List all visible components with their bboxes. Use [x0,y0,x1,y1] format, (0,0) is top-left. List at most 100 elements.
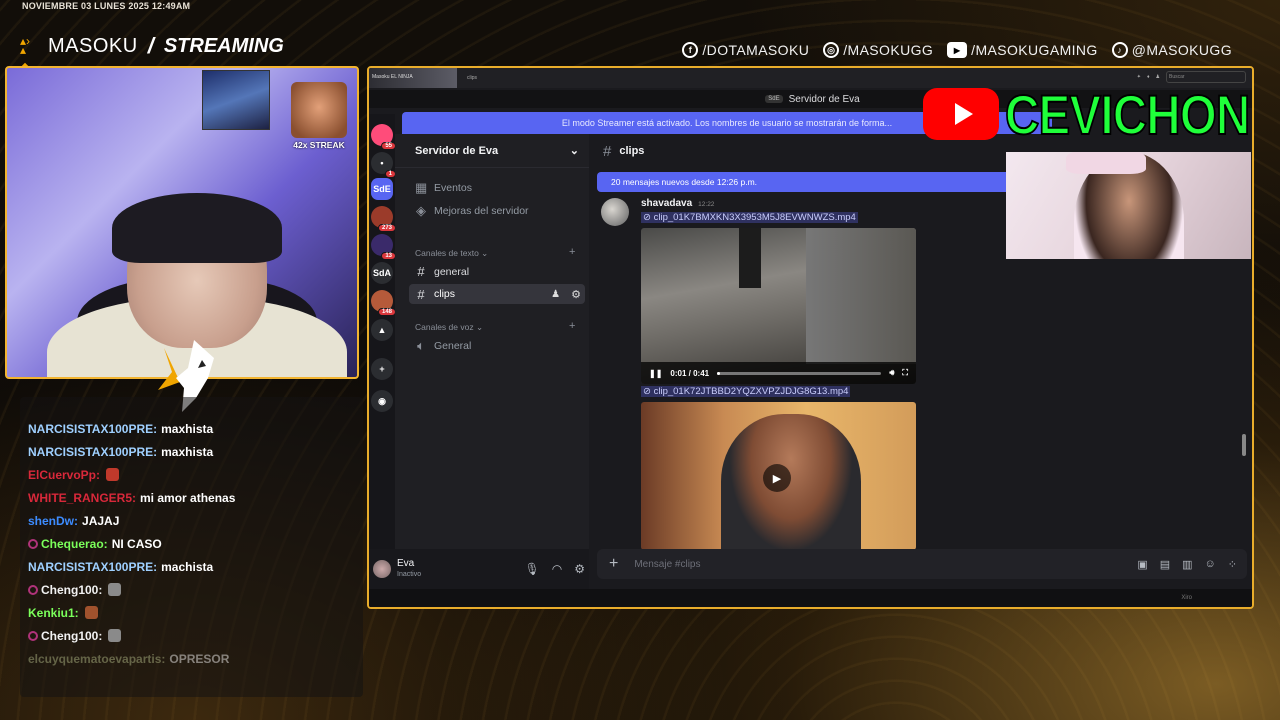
server-icon-label: + [379,364,385,374]
add-attachment-icon[interactable]: + [609,555,618,573]
user-status: Inactivo [397,571,422,578]
chat-message: WHITE_RANGER5: mi amor athenas [28,486,355,509]
video-player[interactable]: ❚❚ 0:01 / 0:41 🔊︎ ⛶ [641,228,916,384]
capture-tab-2[interactable]: clips [467,75,477,81]
attachment-link[interactable]: ⊘ clip_01K7BMXKN3X3953M5J8EVWNWZS.mp4 [641,212,858,223]
server-icon[interactable]: SdA [371,262,393,284]
emote-icon [106,468,120,481]
brand-logo: ▴› ▴ MASOKU / STREAMING [20,32,284,60]
avatar[interactable] [373,560,391,578]
video-controls: ❚❚ 0:01 / 0:41 🔊︎ ⛶ [641,362,916,384]
server-icon[interactable]: 13 [371,234,396,260]
channel-clips[interactable]: # clips ♟ ⚙ [409,284,585,304]
chat-message: ElCuervoPp: [28,463,355,486]
chat-message: NARCISISTAX100PRE: maxhista [28,440,355,463]
menu-events[interactable]: ▦ Eventos [415,180,472,196]
mention-badge: 13 [381,252,396,260]
microphone-icon[interactable]: 🎙︎ [525,562,540,576]
social-facebook: f /DOTAMASOKU [682,42,809,58]
server-header[interactable]: Servidor de Eva ⌄ [395,134,589,168]
video-seek-bar[interactable] [717,371,882,375]
attachment-link[interactable]: ⊘ clip_01K72JTBBD2YQZXVPZJDJG8G13.mp4 [641,386,851,397]
instagram-icon: ◎ [823,42,840,58]
social-instagram: ◎ /MASOKUGG [823,42,933,58]
gif-icon[interactable]: ▤ [1160,558,1170,571]
chat-message: Kenkiu1: [28,601,355,624]
taskbar: Xiro [369,589,1252,607]
attachment-name: clip_01K7BMXKN3X3953M5J8EVWNWZS.mp4 [653,212,856,223]
play-icon[interactable]: ▶ [763,464,791,492]
invite-icon[interactable]: ♟ [551,289,560,300]
chat-username[interactable]: elcuyquematoevapartis: [28,652,165,666]
server-icon[interactable]: 273 [371,206,396,232]
server-icon-label: SdE [373,184,391,194]
link-icon: ⊘ [643,212,651,223]
voice-channel-general[interactable]: 🔈︎ General [415,338,471,354]
server-icon[interactable]: 55 [371,124,396,150]
chat-username[interactable]: ElCuervoPp: [28,468,100,482]
streamer-cap [112,193,282,263]
pin-icon[interactable]: ✦ [1137,74,1141,80]
chat-username[interactable]: WHITE_RANGER5: [28,491,136,505]
channel-general[interactable]: # general [415,264,469,279]
mention-badge: 148 [377,308,396,316]
emoji-icon[interactable]: ☺ [1205,558,1216,571]
bell-icon[interactable]: ♦ [1147,74,1150,80]
scrollbar[interactable] [1242,434,1246,456]
user-info[interactable]: Eva Inactivo [397,558,421,580]
chat-username[interactable]: Chequerao: [41,537,108,551]
chat-message: NARCISISTAX100PRE: maxhista [28,417,355,440]
menu-boosts[interactable]: ◈ Mejoras del servidor [415,203,529,219]
streak-label: 42x STREAK [293,140,345,150]
settings-icon[interactable]: ⚙ [574,562,585,576]
chat-message: NARCISISTAX100PRE: machista [28,555,355,578]
sticker-icon[interactable]: ▥ [1182,558,1192,571]
channel-title: clips [619,145,645,157]
social-handle: /MASOKUGG [843,42,934,58]
composer-placeholder: Mensaje #clips [634,558,701,570]
server-icon[interactable]: ◉ [371,390,393,412]
social-handle: /DOTAMASOKU [702,42,810,58]
chat-text: machista [161,559,214,574]
add-channel-icon[interactable]: + [569,246,575,258]
server-icon[interactable]: SdE [371,178,393,200]
server-icon[interactable]: 148 [371,290,396,316]
add-voice-channel-icon[interactable]: + [569,320,575,332]
category-voice[interactable]: Canales de voz ⌄ [415,322,483,333]
avatar[interactable] [601,198,629,226]
chat-text: JAJAJ [82,513,120,528]
chat-username[interactable]: NARCISISTAX100PRE: [28,422,157,436]
chat-message: Cheng100: [28,624,355,647]
fullscreen-icon[interactable]: ⛶ [902,368,908,378]
server-icon-label: • [380,158,384,168]
server-icon[interactable]: + [371,358,393,380]
server-icon[interactable]: ▲ [371,319,393,341]
emote-icon [108,629,122,642]
video-scene-wall [806,228,916,364]
boost-icon: ◈ [416,203,426,218]
video-player[interactable]: ▶ [641,402,916,550]
volume-icon[interactable]: 🔊︎ [889,368,894,378]
chat-message: shenDw: JAJAJ [28,509,355,532]
people-icon[interactable]: ♟ [1156,74,1160,80]
message-time: 12:22 [698,201,715,208]
message-composer[interactable]: + Mensaje #clips ▣ ▤ ▥ ☺ ⁘ [597,549,1247,579]
category-text[interactable]: Canales de texto ⌄ [415,248,488,259]
server-icon[interactable]: • 1 [371,152,396,178]
chat-username[interactable]: Cheng100: [41,583,102,597]
pause-icon[interactable]: ❚❚ [649,369,662,378]
social-handle: /MASOKUGAMING [971,42,1098,58]
message-author[interactable]: shavadava 12:22 [641,198,714,209]
apps-icon[interactable]: ⁘ [1228,558,1237,571]
chat-username[interactable]: shenDw: [28,514,78,528]
chat-username[interactable]: NARCISISTAX100PRE: [28,560,157,574]
chat-username[interactable]: Cheng100: [41,629,102,643]
menu-label: Eventos [434,182,472,194]
gift-icon[interactable]: ▣ [1137,558,1147,571]
chat-username[interactable]: Kenkiu1: [28,606,79,620]
author-name[interactable]: shavadava [641,198,692,209]
chat-username[interactable]: NARCISISTAX100PRE: [28,445,157,459]
mention-badge: 273 [377,224,396,232]
headphones-icon[interactable]: ◠ [552,562,562,576]
gear-icon[interactable]: ⚙ [571,288,581,301]
